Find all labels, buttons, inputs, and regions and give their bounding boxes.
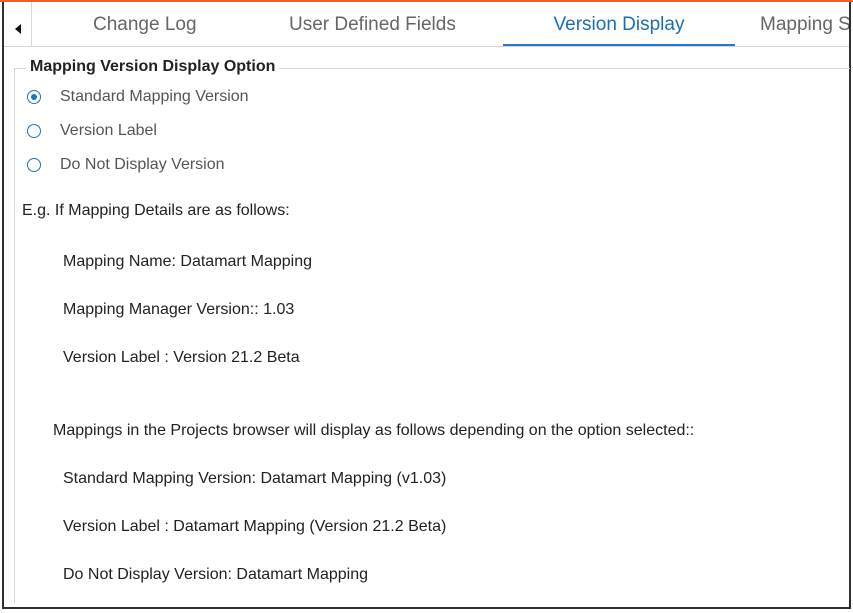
display-result-line: Version Label : Datamart Mapping (Versio…: [63, 518, 447, 535]
tab-version-display[interactable]: Version Display: [503, 2, 735, 47]
tab-bar: Change Log User Defined Fields Version D…: [4, 2, 849, 47]
radio-standard-mapping-version[interactable]: Standard Mapping Version: [27, 88, 249, 106]
tab-user-defined-fields[interactable]: User Defined Fields: [289, 2, 456, 47]
radio-label: Standard Mapping Version: [60, 88, 249, 105]
radio-version-label[interactable]: Version Label: [27, 122, 157, 140]
radio-do-not-display-version[interactable]: Do Not Display Version: [27, 156, 225, 174]
example-detail-line: Mapping Manager Version:: 1.03: [63, 301, 295, 318]
tab-change-log[interactable]: Change Log: [93, 2, 197, 47]
radio-label: Do Not Display Version: [60, 156, 225, 173]
example-intro-text: E.g. If Mapping Details are as follows:: [22, 202, 290, 219]
example-detail-line: Version Label : Version 21.2 Beta: [63, 349, 300, 366]
tab-mapping-settings[interactable]: Mapping S: [760, 2, 849, 47]
example-detail-line: Mapping Name: Datamart Mapping: [63, 253, 313, 270]
tab-underline: [4, 46, 849, 47]
triangle-left-icon: [14, 23, 21, 34]
display-intro-text: Mappings in the Projects browser will di…: [53, 422, 695, 439]
groupbox-title: Mapping Version Display Option: [26, 58, 280, 76]
radio-unselected-icon[interactable]: [27, 124, 41, 138]
display-result-line: Standard Mapping Version: Datamart Mappi…: [63, 470, 447, 487]
display-result-line: Do Not Display Version: Datamart Mapping: [63, 566, 369, 583]
tab-scroll-left-button[interactable]: [4, 2, 32, 47]
radio-label: Version Label: [60, 122, 157, 139]
radio-selected-icon[interactable]: [27, 90, 41, 104]
radio-unselected-icon[interactable]: [27, 158, 41, 172]
